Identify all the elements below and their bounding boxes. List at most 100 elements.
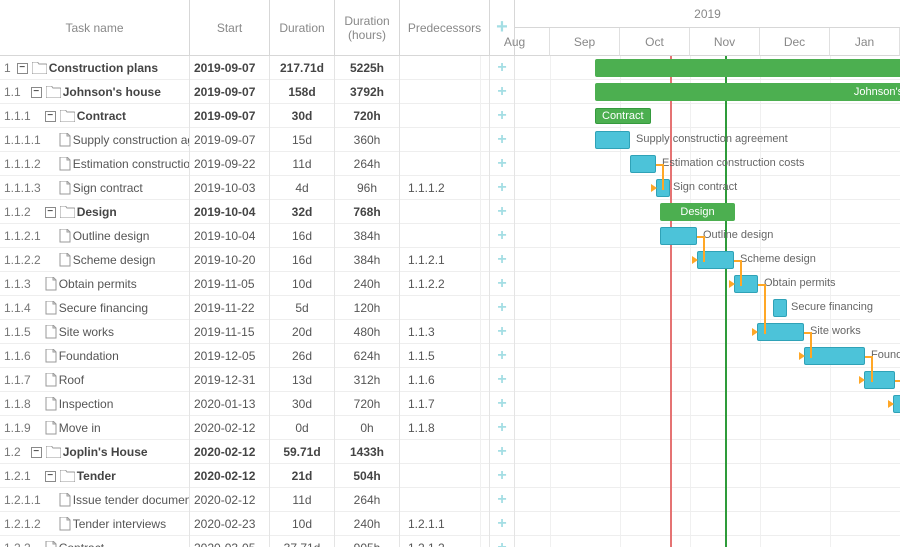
col-pred[interactable]: Predecessors	[400, 0, 490, 56]
cell-pred: 1.1.7	[400, 392, 490, 416]
cell-hours: 768h	[335, 200, 400, 224]
add-task-button[interactable]: +	[490, 176, 515, 200]
wbs-id: 1.1.8	[4, 397, 31, 411]
collapse-toggle[interactable]: −	[45, 111, 56, 122]
task-bar[interactable]	[595, 131, 630, 149]
add-task-button[interactable]: +	[490, 80, 515, 104]
cell-start: 2019-10-04	[190, 224, 270, 248]
table-row[interactable]: 1.2−Joplin's House2020-02-1259.71d1433h+	[0, 440, 515, 464]
task-name: Contract	[77, 109, 126, 123]
wbs-id: 1.1.7	[4, 373, 31, 387]
task-name: Tender interviews	[73, 517, 166, 531]
task-name: Scheme design	[73, 253, 156, 267]
task-bar[interactable]	[656, 179, 670, 197]
table-row[interactable]: 1.1−Johnson's house2019-09-07158d3792h+	[0, 80, 515, 104]
table-row[interactable]: 1.1.1.1Supply construction agreement2019…	[0, 128, 515, 152]
add-task-button[interactable]: +	[490, 536, 515, 547]
table-row[interactable]: 1.1.2.2Scheme design2019-10-2016d384h1.1…	[0, 248, 515, 272]
col-start[interactable]: Start	[190, 0, 270, 56]
add-task-button[interactable]: +	[490, 368, 515, 392]
table-row[interactable]: 1.1.9Move in2020-02-120d0h1.1.8+	[0, 416, 515, 440]
add-task-button[interactable]: +	[490, 128, 515, 152]
add-task-button[interactable]: +	[490, 152, 515, 176]
task-bar[interactable]	[660, 227, 697, 245]
task-name: Contract	[59, 541, 104, 547]
cell-hours: 240h	[335, 272, 400, 296]
cell-pred	[400, 200, 490, 224]
table-row[interactable]: 1.1.6Foundation2019-12-0526d624h1.1.5+	[0, 344, 515, 368]
collapse-toggle[interactable]: −	[31, 87, 42, 98]
task-name: Joplin's House	[63, 445, 148, 459]
col-name[interactable]: Task name	[0, 0, 190, 56]
table-row[interactable]: 1.1.8Inspection2020-01-1330d720h1.1.7+	[0, 392, 515, 416]
cell-hours: 720h	[335, 104, 400, 128]
cell-hours: 905h	[335, 536, 400, 547]
add-task-button[interactable]: +	[490, 488, 515, 512]
table-row[interactable]: 1.1.1−Contract2019-09-0730d720h+	[0, 104, 515, 128]
add-task-button[interactable]: +	[490, 440, 515, 464]
add-task-button[interactable]: +	[490, 392, 515, 416]
add-task-button[interactable]: +	[490, 344, 515, 368]
table-row[interactable]: 1.1.1.2Estimation construction costs2019…	[0, 152, 515, 176]
table-row[interactable]: 1.2.2Contract2020-03-0537.71d905h1.2.1.2…	[0, 536, 515, 547]
table-row[interactable]: 1.2.1−Tender2020-02-1221d504h+	[0, 464, 515, 488]
collapse-toggle[interactable]: −	[17, 63, 28, 74]
cell-duration: 4d	[270, 176, 335, 200]
cell-pred: 1.2.1.2	[400, 536, 490, 547]
collapse-toggle[interactable]: −	[45, 471, 56, 482]
wbs-id: 1.2.2	[4, 541, 31, 547]
cell-duration: 37.71d	[270, 536, 335, 547]
task-bar[interactable]	[893, 395, 900, 413]
add-task-button[interactable]: +	[490, 200, 515, 224]
table-row[interactable]: 1.1.2.1Outline design2019-10-0416d384h+	[0, 224, 515, 248]
add-task-button[interactable]: +	[490, 320, 515, 344]
task-bar[interactable]	[864, 371, 895, 389]
task-bar-label: Obtain permits	[764, 277, 836, 289]
task-bar[interactable]	[734, 275, 758, 293]
table-row[interactable]: 1−Construction plans2019-09-07217.71d522…	[0, 56, 515, 80]
group-bar[interactable]: Contract	[595, 108, 651, 124]
table-row[interactable]: 1.2.1.1Issue tender documents2020-02-121…	[0, 488, 515, 512]
cell-hours: 504h	[335, 464, 400, 488]
task-name: Move in	[59, 421, 101, 435]
add-task-button[interactable]: +	[490, 224, 515, 248]
add-task-button[interactable]: +	[490, 56, 515, 80]
table-row[interactable]: 1.1.5Site works2019-11-1520d480h1.1.3+	[0, 320, 515, 344]
summary-bar[interactable]: Johnson's house	[595, 83, 900, 101]
task-bar[interactable]	[804, 347, 865, 365]
table-row[interactable]: 1.1.2−Design2019-10-0432d768h+	[0, 200, 515, 224]
add-task-button[interactable]: +	[490, 248, 515, 272]
group-bar[interactable]: Design	[660, 203, 735, 221]
cell-duration: 16d	[270, 248, 335, 272]
table-row[interactable]: 1.2.1.2Tender interviews2020-02-2310d240…	[0, 512, 515, 536]
cell-start: 2019-11-05	[190, 272, 270, 296]
col-duration[interactable]: Duration	[270, 0, 335, 56]
task-bar[interactable]	[630, 155, 656, 173]
cell-duration: 21d	[270, 464, 335, 488]
add-task-button[interactable]: +	[490, 104, 515, 128]
cell-start: 2020-02-23	[190, 512, 270, 536]
cell-hours: 1433h	[335, 440, 400, 464]
task-bar[interactable]	[773, 299, 787, 317]
add-task-button[interactable]: +	[490, 296, 515, 320]
task-bar[interactable]	[697, 251, 734, 269]
task-name: Roof	[59, 373, 84, 387]
col-hours[interactable]: Duration (hours)	[335, 0, 400, 56]
summary-bar[interactable]: Construction plans	[595, 59, 900, 77]
table-row[interactable]: 1.1.4Secure financing2019-11-225d120h+	[0, 296, 515, 320]
add-task-button[interactable]: +	[490, 464, 515, 488]
collapse-toggle[interactable]: −	[31, 447, 42, 458]
add-task-button[interactable]: +	[490, 416, 515, 440]
table-row[interactable]: 1.1.3Obtain permits2019-11-0510d240h1.1.…	[0, 272, 515, 296]
cell-start: 2019-09-07	[190, 80, 270, 104]
cell-pred	[400, 296, 490, 320]
cell-pred	[400, 128, 490, 152]
table-row[interactable]: 1.1.7Roof2019-12-3113d312h1.1.6+	[0, 368, 515, 392]
cell-start: 2019-10-20	[190, 248, 270, 272]
cell-duration: 30d	[270, 392, 335, 416]
collapse-toggle[interactable]: −	[45, 207, 56, 218]
add-task-button[interactable]: +	[490, 512, 515, 536]
task-bar[interactable]	[757, 323, 804, 341]
add-task-button[interactable]: +	[490, 272, 515, 296]
table-row[interactable]: 1.1.1.3Sign contract2019-10-034d96h1.1.1…	[0, 176, 515, 200]
